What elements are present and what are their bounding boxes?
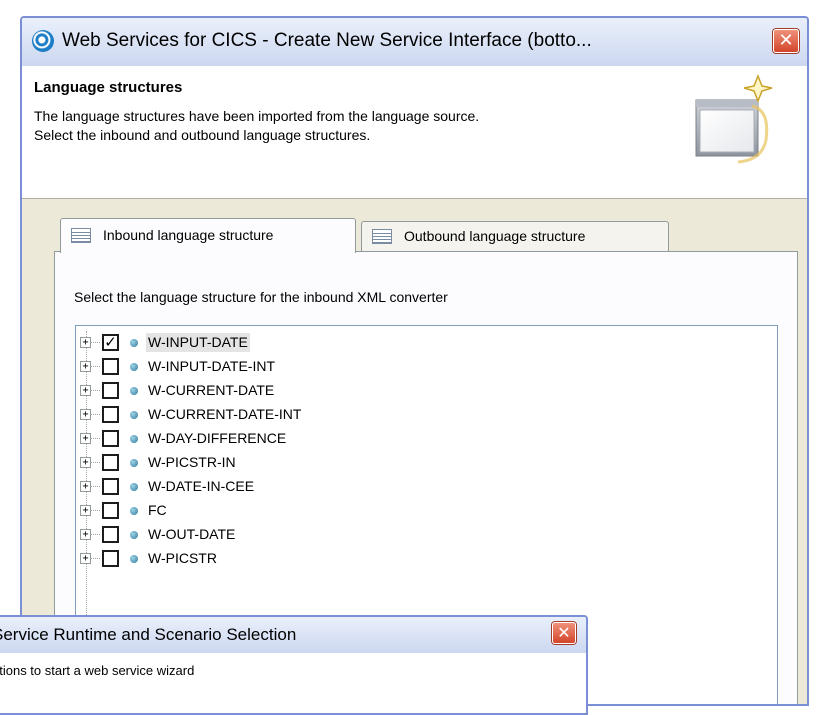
tree-item-checkbox[interactable]: ✓ (102, 334, 119, 351)
structure-dot-icon (130, 507, 138, 515)
structure-dot-icon (130, 435, 138, 443)
expand-icon[interactable]: + (80, 385, 91, 396)
window-title: Web Services for CICS - Create New Servi… (62, 30, 592, 51)
tree-connector (91, 510, 100, 511)
cics-web-service-icon (32, 30, 54, 52)
structure-dot-icon (130, 339, 138, 347)
tree-item-label[interactable]: W-PICSTR-IN (146, 453, 238, 472)
tree-connector (91, 390, 100, 391)
tree-item[interactable]: + W-INPUT-DATE-INT (76, 355, 777, 379)
title-bar[interactable]: Service Runtime and Scenario Selection ✕ (0, 617, 586, 654)
tree-item[interactable]: + W-PICSTR (76, 547, 777, 571)
tab-inbound-language-structure[interactable]: Inbound language structure (60, 218, 356, 253)
tree-item-checkbox[interactable] (102, 550, 119, 567)
window-subtitle: ptions to start a web service wizard (0, 663, 195, 678)
structure-dot-icon (130, 555, 138, 563)
tree-item[interactable]: + FC (76, 499, 777, 523)
tree-item-checkbox[interactable] (102, 526, 119, 543)
tree-item[interactable]: + W-PICSTR-IN (76, 451, 777, 475)
page-heading: Language structures (34, 79, 183, 96)
structure-dot-icon (130, 459, 138, 467)
tree-item-label[interactable]: W-CURRENT-DATE-INT (146, 405, 303, 424)
tree-item-checkbox[interactable] (102, 358, 119, 375)
expand-icon[interactable]: + (80, 409, 91, 420)
expand-icon[interactable]: + (80, 553, 91, 564)
tree-item[interactable]: + W-OUT-DATE (76, 523, 777, 547)
structure-dot-icon (130, 387, 138, 395)
panel-instruction: Select the language structure for the in… (74, 289, 448, 305)
structure-dot-icon (130, 411, 138, 419)
expand-icon[interactable]: + (80, 337, 91, 348)
tree-connector (91, 558, 100, 559)
tree-item[interactable]: + ✓ W-INPUT-DATE (76, 331, 777, 355)
wizard-banner: Language structures The language structu… (22, 66, 807, 199)
window-title: Service Runtime and Scenario Selection (0, 625, 297, 644)
tree-connector (91, 366, 100, 367)
tree-item[interactable]: + W-DATE-IN-CEE (76, 475, 777, 499)
wizard-window: Web Services for CICS - Create New Servi… (20, 16, 809, 706)
wizard-window-star-icon (695, 73, 773, 164)
close-button[interactable]: ✕ (773, 29, 799, 53)
tree-item-checkbox[interactable] (102, 382, 119, 399)
window-body: ptions to start a web service wizard (0, 653, 586, 713)
structure-dot-icon (130, 363, 138, 371)
expand-icon[interactable]: + (80, 529, 91, 540)
tree-item-checkbox[interactable] (102, 478, 119, 495)
runtime-selection-window: Service Runtime and Scenario Selection ✕… (0, 615, 588, 715)
tree-item-label[interactable]: W-INPUT-DATE-INT (146, 357, 277, 376)
tab-label: Outbound language structure (404, 228, 586, 244)
tab-outbound-language-structure[interactable]: Outbound language structure (361, 221, 669, 251)
tree-item-checkbox[interactable] (102, 454, 119, 471)
tree-item-checkbox[interactable] (102, 406, 119, 423)
table-structure-icon (71, 228, 91, 243)
expand-icon[interactable]: + (80, 505, 91, 516)
tree-connector (91, 534, 100, 535)
expand-icon[interactable]: + (80, 433, 91, 444)
tree-connector (91, 438, 100, 439)
tree-item-label[interactable]: W-OUT-DATE (146, 525, 237, 544)
tree-item[interactable]: + W-CURRENT-DATE (76, 379, 777, 403)
tab-label: Inbound language structure (103, 227, 274, 243)
table-structure-icon (372, 229, 392, 244)
tree-item-checkbox[interactable] (102, 430, 119, 447)
close-button[interactable]: ✕ (552, 622, 576, 644)
tree-item-label[interactable]: FC (146, 501, 169, 520)
expand-icon[interactable]: + (80, 481, 91, 492)
tree-connector (91, 342, 100, 343)
page-description-line-2: Select the inbound and outbound language… (34, 127, 371, 143)
structure-dot-icon (130, 531, 138, 539)
page-description-line-1: The language structures have been import… (34, 108, 480, 124)
tree-item-label[interactable]: W-INPUT-DATE (146, 333, 250, 352)
expand-icon[interactable]: + (80, 457, 91, 468)
tree-item-label[interactable]: W-DATE-IN-CEE (146, 477, 256, 496)
tree-item[interactable]: + W-DAY-DIFFERENCE (76, 427, 777, 451)
tree-item-checkbox[interactable] (102, 502, 119, 519)
title-bar[interactable]: Web Services for CICS - Create New Servi… (22, 18, 807, 67)
tree-item[interactable]: + W-CURRENT-DATE-INT (76, 403, 777, 427)
tree-connector (91, 414, 100, 415)
expand-icon[interactable]: + (80, 361, 91, 372)
tree-item-label[interactable]: W-CURRENT-DATE (146, 381, 276, 400)
structure-dot-icon (130, 483, 138, 491)
tree-connector (91, 486, 100, 487)
tree-item-label[interactable]: W-PICSTR (146, 549, 219, 568)
tree-connector (91, 462, 100, 463)
tree-item-label[interactable]: W-DAY-DIFFERENCE (146, 429, 288, 448)
